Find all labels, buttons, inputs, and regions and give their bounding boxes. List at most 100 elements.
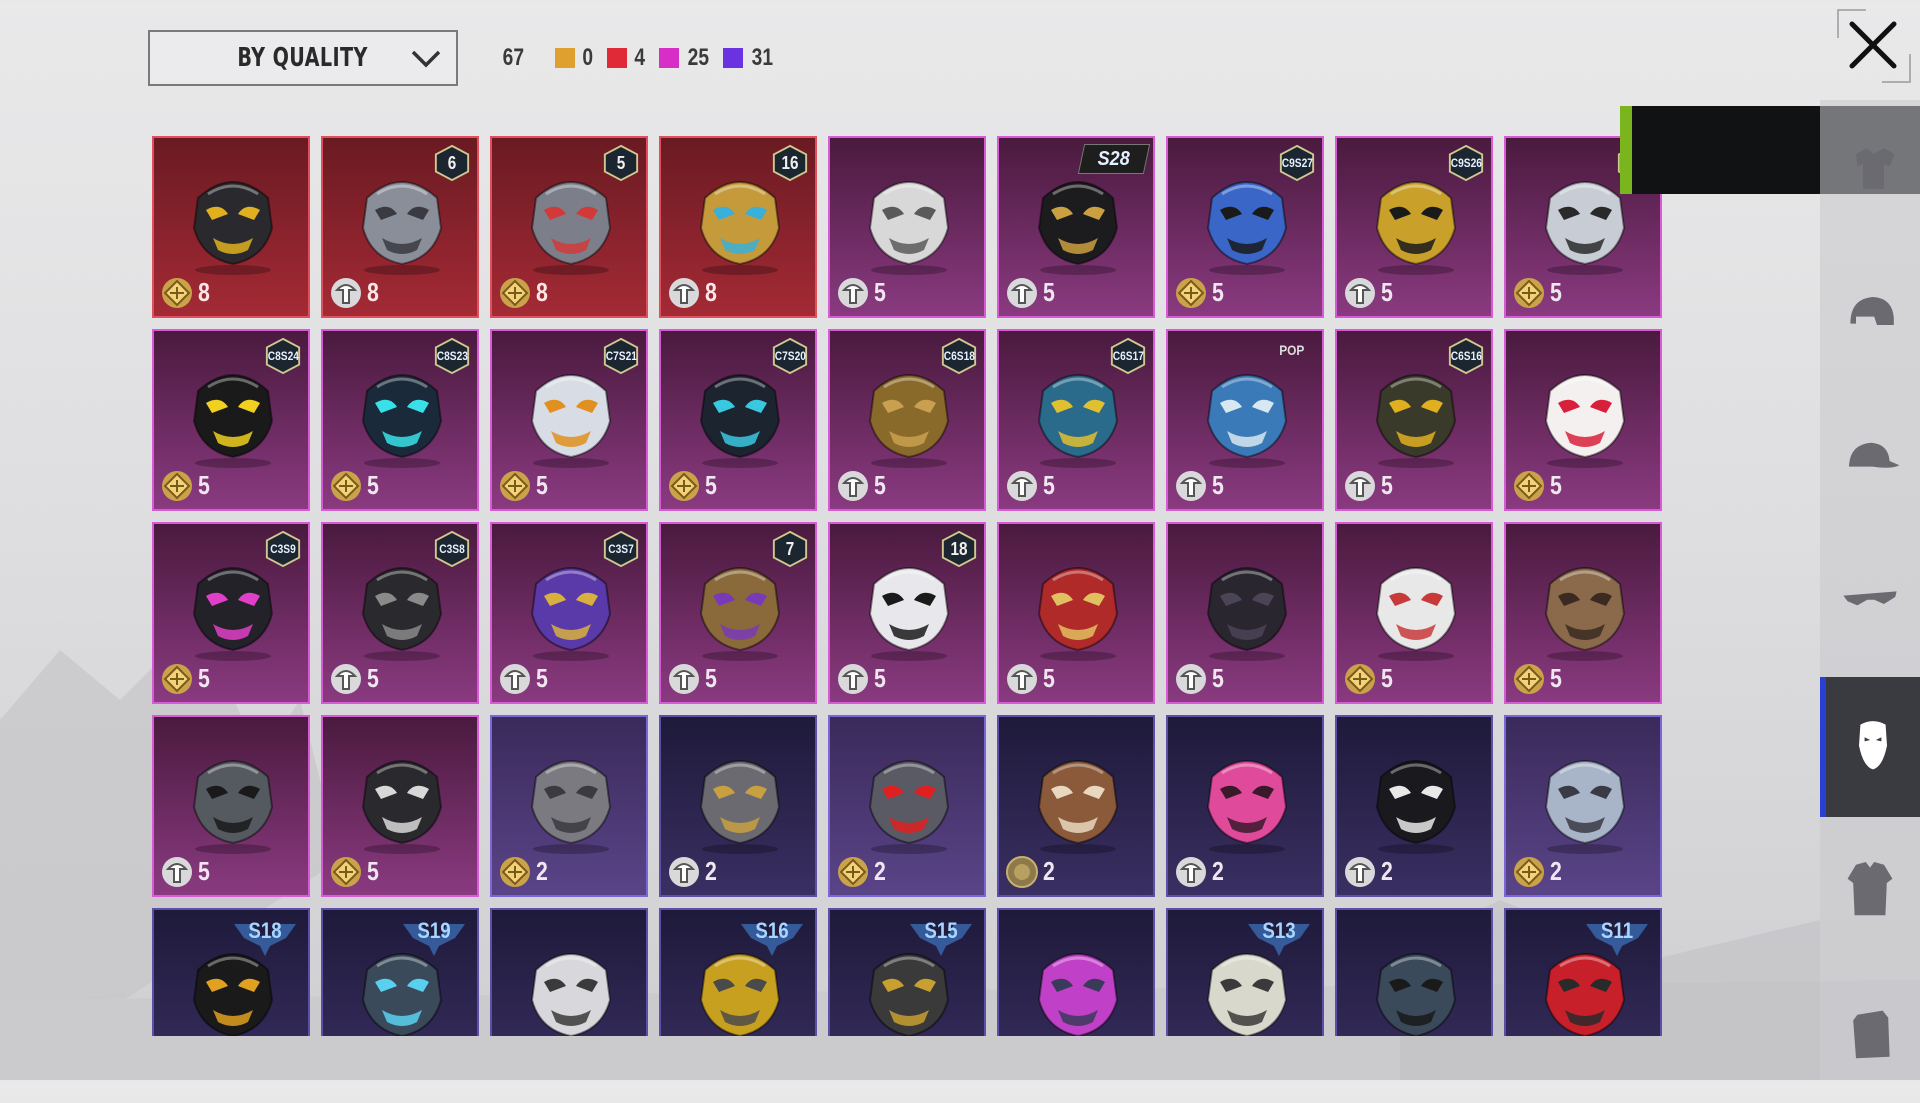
item-card[interactable]: POP 5 bbox=[1166, 329, 1324, 511]
item-quantity: 5 bbox=[536, 663, 548, 693]
item-quantity: 8 bbox=[367, 277, 379, 307]
item-card[interactable]: 2 bbox=[1504, 715, 1662, 897]
quality-count-purple: 31 bbox=[752, 44, 774, 71]
item-card[interactable]: 58 bbox=[490, 136, 648, 318]
silver-currency-icon bbox=[1007, 664, 1037, 694]
sort-dropdown[interactable]: BY QUALITY bbox=[148, 30, 458, 86]
item-card[interactable]: C6S16 5 bbox=[1335, 329, 1493, 511]
item-quantity: 5 bbox=[198, 470, 210, 500]
item-card[interactable] bbox=[490, 908, 648, 1036]
silver-currency-icon bbox=[162, 857, 192, 887]
item-card[interactable]: 5 bbox=[997, 522, 1155, 704]
item-card[interactable]: 2 bbox=[659, 715, 817, 897]
item-quantity: 2 bbox=[705, 856, 717, 886]
tier-badge-label: C7S21 bbox=[605, 349, 637, 363]
silver-currency-icon bbox=[838, 664, 868, 694]
event-tag: POP bbox=[1268, 337, 1316, 363]
tier-badge-label: 16 bbox=[781, 152, 799, 173]
item-card[interactable] bbox=[997, 908, 1155, 1036]
season-tag-label: S28 bbox=[1097, 147, 1131, 170]
tier-badge-label: C9S27 bbox=[1281, 156, 1313, 170]
tier-badge: 16 bbox=[771, 144, 809, 182]
silver-currency-icon bbox=[500, 664, 530, 694]
item-card[interactable]: C8S24 5 bbox=[152, 329, 310, 511]
item-card[interactable]: C7S21 5 bbox=[490, 329, 648, 511]
item-card[interactable]: C3S8 5 bbox=[321, 522, 479, 704]
item-card[interactable]: 8 bbox=[152, 136, 310, 318]
category-tab-jacket[interactable] bbox=[1820, 820, 1920, 960]
item-card[interactable]: 5 bbox=[1504, 522, 1662, 704]
item-card[interactable]: C9S26 5 bbox=[1335, 136, 1493, 318]
item-quantity: 2 bbox=[1381, 856, 1393, 886]
total-count: 67 bbox=[502, 44, 525, 71]
item-quantity: 5 bbox=[705, 663, 717, 693]
gold-currency-icon bbox=[331, 471, 361, 501]
tier-badge: 7 bbox=[771, 530, 809, 568]
item-card[interactable]: C6S17 5 bbox=[997, 329, 1155, 511]
silver-currency-icon bbox=[331, 664, 361, 694]
item-card[interactable]: C7S20 5 bbox=[659, 329, 817, 511]
tier-badge: C9S27 bbox=[1278, 144, 1316, 182]
shirt-icon bbox=[1856, 148, 1895, 189]
item-card[interactable] bbox=[1335, 908, 1493, 1036]
skull-bandana-icon bbox=[1375, 567, 1457, 661]
item-card[interactable]: 2 bbox=[1335, 715, 1493, 897]
item-card[interactable]: S15 bbox=[828, 908, 986, 1036]
pink-goggle-mask-icon bbox=[1037, 953, 1119, 1036]
item-quantity: 5 bbox=[705, 470, 717, 500]
item-card[interactable]: C3S7 5 bbox=[490, 522, 648, 704]
item-card[interactable]: 5 bbox=[1335, 522, 1493, 704]
item-card[interactable]: C6S18 5 bbox=[828, 329, 986, 511]
item-card[interactable]: S18 bbox=[152, 908, 310, 1036]
item-card[interactable]: S11 bbox=[1504, 908, 1662, 1036]
season-badge: S11 bbox=[1582, 916, 1652, 960]
item-quantity: 5 bbox=[1550, 470, 1562, 500]
item-card[interactable]: 16 8 bbox=[659, 136, 817, 318]
gold-currency-icon bbox=[1514, 471, 1544, 501]
item-card[interactable]: 5 bbox=[152, 715, 310, 897]
category-tab-cap[interactable] bbox=[1820, 391, 1920, 531]
red-beak-mask-icon bbox=[1037, 567, 1119, 661]
item-card[interactable]: S16 bbox=[659, 908, 817, 1036]
item-card[interactable]: 5 bbox=[1166, 522, 1324, 704]
item-card[interactable]: S19 bbox=[321, 908, 479, 1036]
item-card[interactable]: 18 5 bbox=[828, 522, 986, 704]
category-tab-shirt[interactable] bbox=[1820, 105, 1920, 245]
gold-currency-icon bbox=[162, 471, 192, 501]
close-icon[interactable] bbox=[1846, 18, 1900, 72]
quality-count-red: 4 bbox=[634, 44, 645, 71]
item-card[interactable]: 2 bbox=[828, 715, 986, 897]
silver-currency-icon bbox=[1007, 471, 1037, 501]
item-card[interactable]: C8S23 5 bbox=[321, 329, 479, 511]
quality-swatch-red bbox=[606, 48, 627, 68]
tooltip-accent bbox=[1620, 106, 1632, 194]
item-card[interactable]: 5 bbox=[321, 715, 479, 897]
category-tab-mask[interactable] bbox=[1820, 677, 1920, 817]
season-badge-label: S16 bbox=[755, 918, 789, 943]
item-card[interactable]: 5 bbox=[828, 136, 986, 318]
tier-badge: C6S18 bbox=[940, 337, 978, 375]
item-card[interactable]: 2 bbox=[997, 715, 1155, 897]
item-card[interactable]: C3S9 5 bbox=[152, 522, 310, 704]
item-card[interactable]: 5 bbox=[1504, 329, 1662, 511]
item-card[interactable]: S13 bbox=[1166, 908, 1324, 1036]
item-card[interactable]: C9S27 5 bbox=[1166, 136, 1324, 318]
item-quantity: 5 bbox=[1381, 277, 1393, 307]
item-card[interactable]: 2 bbox=[490, 715, 648, 897]
category-tab-glasses[interactable] bbox=[1820, 534, 1920, 674]
item-card[interactable]: 68 bbox=[321, 136, 479, 318]
tier-badge: C9S26 bbox=[1447, 144, 1485, 182]
season-badge-label: S15 bbox=[924, 918, 958, 943]
item-card[interactable]: 2 bbox=[1166, 715, 1324, 897]
steel-mask-icon bbox=[1544, 760, 1626, 854]
quality-swatch-purple bbox=[723, 48, 744, 68]
silver-currency-icon bbox=[331, 278, 361, 308]
category-tab-helmet[interactable] bbox=[1820, 248, 1920, 388]
grey-facemask-icon bbox=[530, 760, 612, 854]
item-card[interactable]: 75 bbox=[659, 522, 817, 704]
item-card[interactable]: S28 5 bbox=[997, 136, 1155, 318]
category-tab-backpack[interactable] bbox=[1820, 963, 1920, 1103]
item-quantity: 5 bbox=[1043, 663, 1055, 693]
skull-scarf-icon bbox=[361, 760, 443, 854]
item-quantity: 8 bbox=[536, 277, 548, 307]
